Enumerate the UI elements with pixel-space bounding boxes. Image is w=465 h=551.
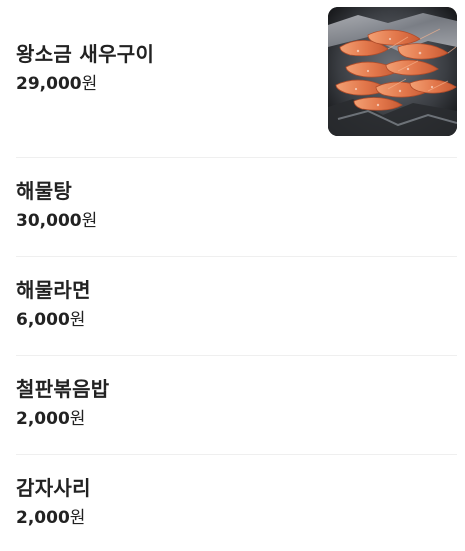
menu-item-name: 왕소금 새우구이 <box>16 42 155 66</box>
menu-item-fried-rice[interactable]: 철판볶음밥 2,000원 <box>16 356 457 455</box>
menu-item-price: 2,000원 <box>16 408 110 430</box>
price-value: 30,000 <box>16 211 82 231</box>
menu-item-name: 해물탕 <box>16 179 73 203</box>
menu-item-salt-grilled-shrimp[interactable]: 왕소금 새우구이 29,000원 <box>16 0 457 158</box>
menu-item-info: 왕소금 새우구이 29,000원 <box>16 40 154 95</box>
price-unit: 원 <box>81 211 98 231</box>
price-value: 6,000 <box>16 310 70 330</box>
menu-item-info: 철판볶음밥 2,000원 <box>16 375 110 430</box>
menu-item-price: 6,000원 <box>16 309 91 331</box>
price-unit: 원 <box>69 409 86 429</box>
menu-item-info: 감자사리 2,000원 <box>16 474 91 529</box>
price-value: 2,000 <box>16 508 70 528</box>
menu-item-potato-add-on[interactable]: 감자사리 2,000원 <box>16 455 457 551</box>
menu-item-name: 감자사리 <box>16 476 91 500</box>
menu-item-info: 해물탕 30,000원 <box>16 177 97 232</box>
menu-item-info: 해물라면 6,000원 <box>16 276 91 331</box>
menu-item-seafood-stew[interactable]: 해물탕 30,000원 <box>16 158 457 257</box>
menu-list: 왕소금 새우구이 29,000원 해물탕 30,000원 해물라면 6,000원… <box>0 0 465 551</box>
price-unit: 원 <box>69 508 86 528</box>
grilled-shrimp-photo[interactable] <box>328 7 457 136</box>
price-value: 2,000 <box>16 409 70 429</box>
menu-item-name: 철판볶음밥 <box>16 377 110 401</box>
menu-item-seafood-ramen[interactable]: 해물라면 6,000원 <box>16 257 457 356</box>
menu-item-name: 해물라면 <box>16 278 91 302</box>
price-unit: 원 <box>69 310 86 330</box>
menu-item-price: 2,000원 <box>16 507 91 529</box>
price-value: 29,000 <box>16 74 82 94</box>
price-unit: 원 <box>81 74 98 94</box>
menu-item-price: 29,000원 <box>16 73 154 95</box>
menu-item-price: 30,000원 <box>16 210 97 232</box>
